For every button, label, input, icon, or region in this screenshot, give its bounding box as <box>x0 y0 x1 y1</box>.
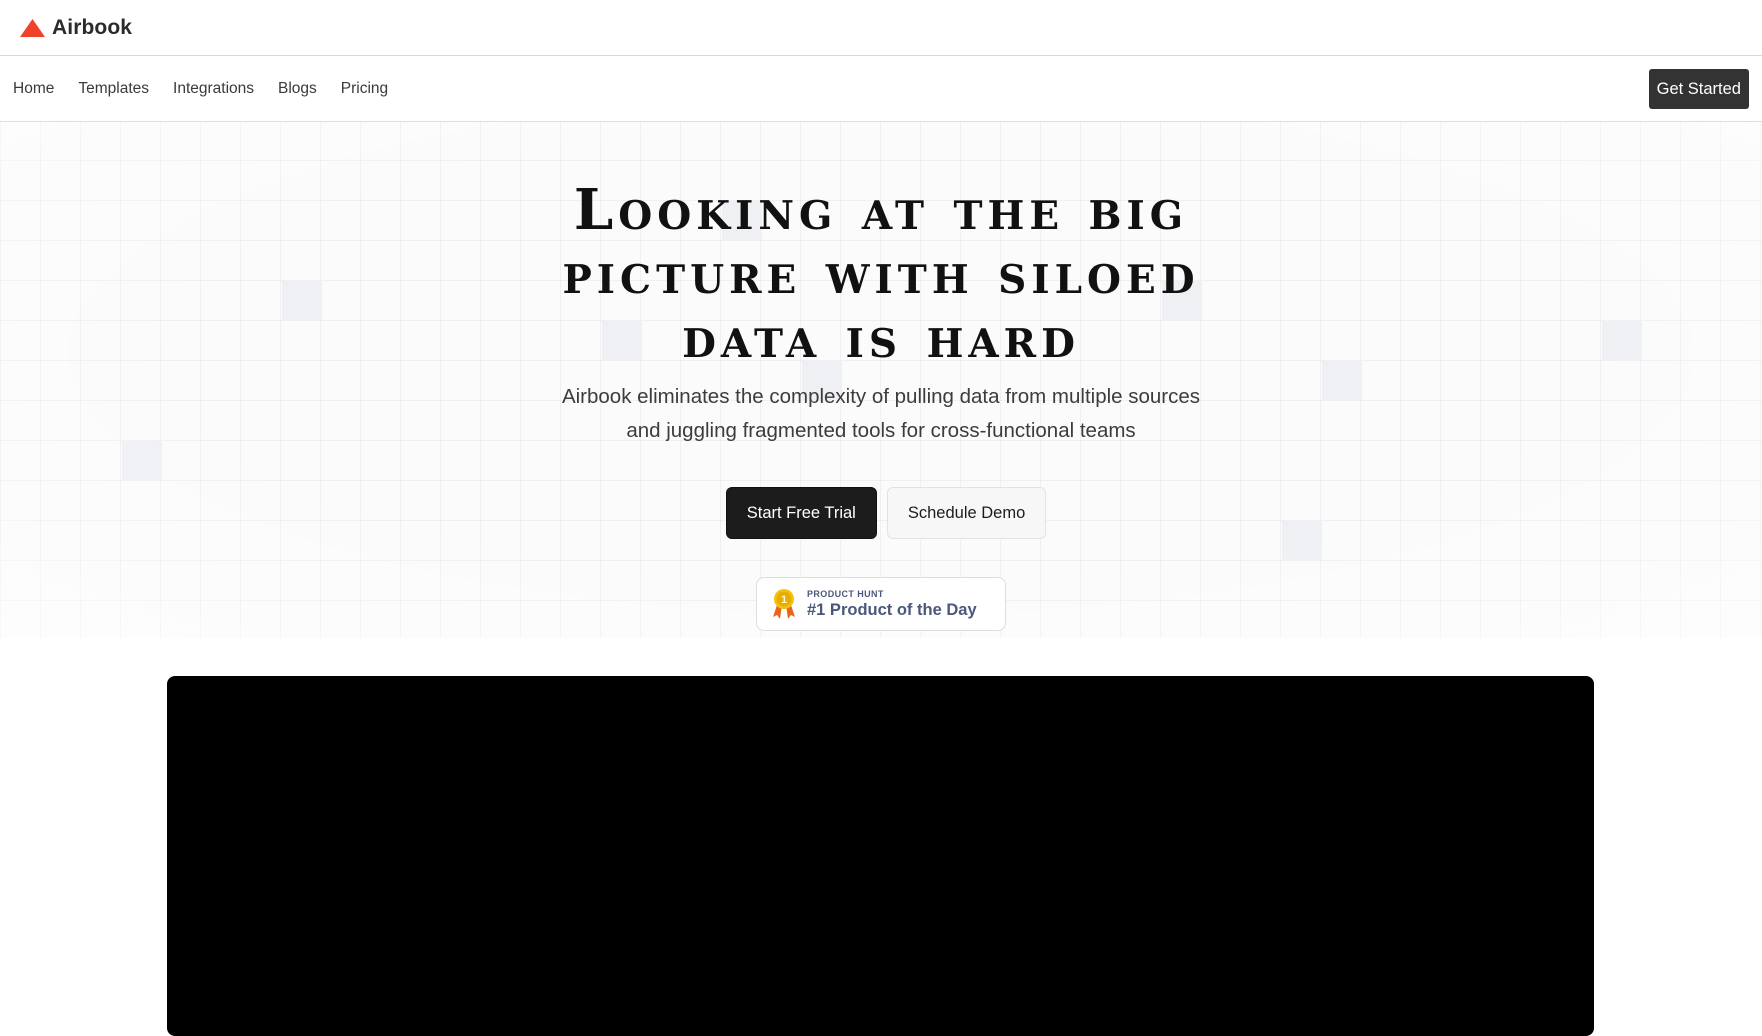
hero-headline-line-3: data is hard <box>682 305 1080 371</box>
nav-link-integrations[interactable]: Integrations <box>173 80 254 98</box>
medal-number: 1 <box>781 594 787 606</box>
nav-link-blogs[interactable]: Blogs <box>278 80 317 98</box>
main-nav: Home Templates Integrations Blogs Pricin… <box>0 56 1762 122</box>
product-video-player[interactable] <box>167 676 1594 1036</box>
nav-links: Home Templates Integrations Blogs Pricin… <box>13 56 388 122</box>
nav-link-pricing[interactable]: Pricing <box>341 80 388 98</box>
hero-headline-line-2: picture with siloed <box>562 241 1200 307</box>
hero-subheading: Airbook eliminates the complexity of pul… <box>0 380 1762 448</box>
product-hunt-kicker: PRODUCT HUNT <box>807 588 884 599</box>
hero-headline-line-1: Looking at the big <box>573 177 1189 243</box>
product-hunt-title: #1 Product of the Day <box>807 600 977 619</box>
get-started-button[interactable]: Get Started <box>1648 69 1749 109</box>
product-hunt-text: PRODUCT HUNT #1 Product of the Day <box>807 589 977 620</box>
airbook-logo-icon[interactable] <box>19 18 46 38</box>
start-free-trial-button[interactable]: Start Free Trial <box>725 487 877 539</box>
nav-link-templates[interactable]: Templates <box>78 80 149 98</box>
gold-medal-icon: 1 <box>773 589 795 619</box>
brand-name[interactable]: Airbook <box>52 16 132 40</box>
hero-subheading-line-1: Airbook eliminates the complexity of pul… <box>561 385 1201 408</box>
hero-section: Looking at the big picture with siloed d… <box>0 122 1762 638</box>
schedule-demo-button[interactable]: Schedule Demo <box>886 487 1047 539</box>
hero-subheading-line-2: and juggling fragmented tools for cross-… <box>626 419 1136 442</box>
hero-cta-row: Start Free Trial Schedule Demo <box>0 487 1762 539</box>
hero-headline: Looking at the big picture with siloed d… <box>0 178 1762 370</box>
product-hunt-badge[interactable]: 1 PRODUCT HUNT #1 Product of the Day <box>756 577 1006 631</box>
brand-bar: Airbook <box>0 0 1762 56</box>
nav-link-home[interactable]: Home <box>13 80 54 98</box>
